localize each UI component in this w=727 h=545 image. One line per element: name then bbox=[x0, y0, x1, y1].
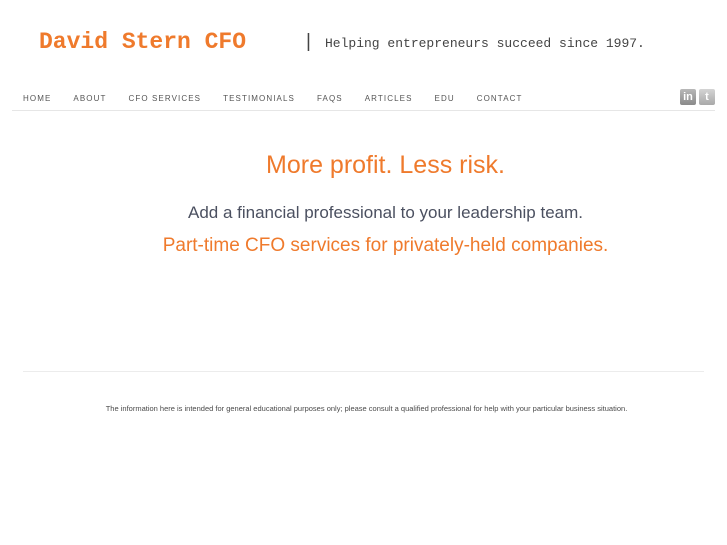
site-title[interactable]: David Stern CFO bbox=[39, 28, 246, 56]
title-separator: | bbox=[306, 31, 311, 52]
nav-item-cfo-services[interactable]: CFO SERVICES bbox=[128, 94, 201, 103]
nav-item-about[interactable]: ABOUT bbox=[73, 94, 106, 103]
hero-headline: More profit. Less risk. bbox=[266, 151, 505, 179]
site-tagline: Helping entrepreneurs succeed since 1997… bbox=[325, 36, 645, 51]
hero-services-line: Part-time CFO services for privately-hel… bbox=[162, 235, 609, 256]
main-nav: HOME ABOUT CFO SERVICES TESTIMONIALS FAQ… bbox=[23, 92, 523, 104]
footer-disclaimer: The information here is intended for gen… bbox=[105, 404, 628, 413]
nav-item-articles[interactable]: ARTICLES bbox=[365, 94, 413, 103]
header-divider bbox=[12, 110, 715, 111]
nav-item-contact[interactable]: CONTACT bbox=[477, 94, 523, 103]
nav-item-faqs[interactable]: FAQS bbox=[317, 94, 343, 103]
linkedin-icon[interactable]: in bbox=[680, 89, 696, 105]
footer-divider bbox=[23, 371, 704, 372]
nav-item-home[interactable]: HOME bbox=[23, 94, 51, 103]
hero-subline: Add a financial professional to your lea… bbox=[187, 203, 583, 222]
twitter-icon[interactable]: t bbox=[699, 89, 715, 105]
nav-item-edu[interactable]: EDU bbox=[435, 94, 455, 103]
nav-item-testimonials[interactable]: TESTIMONIALS bbox=[223, 94, 295, 103]
social-links: in t bbox=[680, 89, 715, 105]
